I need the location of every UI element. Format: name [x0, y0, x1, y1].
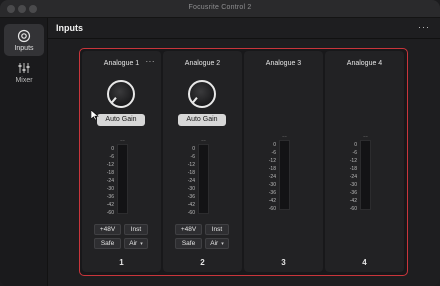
meter-tick: -36: [106, 194, 114, 200]
meter-tick: -18: [106, 170, 114, 176]
meter-tick: 0: [273, 142, 276, 148]
meter-tick: -30: [268, 182, 276, 188]
auto-gain-button[interactable]: Auto Gain: [178, 114, 226, 126]
title-bar: Focusrite Control 2: [0, 0, 440, 18]
more-options-button[interactable]: ···: [418, 22, 430, 32]
chevron-down-icon: ▾: [221, 241, 224, 247]
meter-tick: -60: [187, 210, 195, 216]
meter-tick: -6: [190, 154, 195, 160]
channel-number: 4: [362, 258, 367, 267]
inst-button[interactable]: Inst: [205, 224, 229, 235]
page-title: Inputs: [56, 23, 83, 33]
channel-number: 3: [281, 258, 286, 267]
meter-tick: -30: [349, 182, 357, 188]
channel-number: 2: [200, 258, 205, 267]
meter-tick: -60: [349, 206, 357, 212]
meter-tick: -42: [349, 198, 357, 204]
divider: [48, 38, 440, 39]
channel-name: Analogue 3: [265, 60, 302, 67]
meter-tick: -42: [106, 202, 114, 208]
meter-tick: -18: [187, 170, 195, 176]
meter-tick: -6: [271, 150, 276, 156]
air-dropdown[interactable]: Air ▾: [124, 238, 148, 249]
meter-tick: -12: [349, 158, 357, 164]
meter-tick: -24: [268, 174, 276, 180]
meter-tick: -60: [268, 206, 276, 212]
meter-tick: 0: [354, 142, 357, 148]
clip-indicator: ~~: [363, 134, 368, 139]
gain-knob[interactable]: [107, 80, 135, 108]
air-label: Air: [129, 240, 138, 247]
meter-tick: -24: [349, 174, 357, 180]
meter-tick: -42: [187, 202, 195, 208]
meter-tick: -30: [106, 186, 114, 192]
mixer-icon: [18, 63, 30, 73]
meter-tick: -60: [106, 210, 114, 216]
channel-strip-analogue-1[interactable]: Analogue 1 ··· Auto Gain ~~ 0 -6 -12 -18…: [82, 51, 161, 272]
mouse-pointer-icon: [91, 110, 99, 120]
meter-tick: -42: [268, 198, 276, 204]
air-dropdown[interactable]: Air ▾: [205, 238, 229, 249]
clip-indicator: ~~: [120, 138, 125, 143]
meter-bar: [279, 140, 290, 210]
channel-number: 1: [119, 258, 124, 267]
safe-button[interactable]: Safe: [94, 238, 121, 249]
chevron-down-icon: ▾: [140, 241, 143, 247]
sidebar-item-label: Mixer: [15, 77, 33, 84]
meter-tick: 0: [192, 146, 195, 152]
meter-tick: -12: [106, 162, 114, 168]
meter-bar: [360, 140, 371, 210]
level-meter: ~~ 0 -6 -12 -18 -24 -30 -36 -42 -60: [262, 135, 302, 259]
app-window: Focusrite Control 2 Inputs Mixer Inputs …: [0, 0, 440, 286]
meter-tick: -6: [352, 150, 357, 156]
level-meter: ~~ 0 -6 -12 -18 -24 -30 -36 -42 -60: [343, 135, 383, 259]
sidebar-item-label: Inputs: [14, 45, 34, 52]
clip-indicator: ~~: [282, 134, 287, 139]
channel-strip-analogue-4[interactable]: Analogue 4 ~~ 0 -6 -12 -18 -24 -30 -36 -…: [325, 51, 404, 272]
meter-tick: -12: [187, 162, 195, 168]
phantom-power-button[interactable]: +48V: [175, 224, 202, 235]
meter-tick: -36: [268, 190, 276, 196]
channel-strip-analogue-3[interactable]: Analogue 3 ~~ 0 -6 -12 -18 -24 -30 -36 -…: [244, 51, 323, 272]
channel-name: Analogue 2: [184, 60, 221, 67]
sidebar-item-inputs[interactable]: Inputs: [4, 24, 44, 56]
meter-bar: [198, 144, 209, 214]
auto-gain-button[interactable]: Auto Gain: [97, 114, 145, 126]
meter-tick: -18: [268, 166, 276, 172]
channel-name: Analogue 4: [346, 60, 383, 67]
window-title: Focusrite Control 2: [188, 4, 252, 11]
sidebar-item-mixer[interactable]: Mixer: [4, 56, 44, 88]
meter-tick: 0: [111, 146, 114, 152]
clip-indicator: ~~: [201, 138, 206, 143]
meter-tick: -30: [187, 186, 195, 192]
meter-tick: -18: [349, 166, 357, 172]
inst-button[interactable]: Inst: [124, 224, 148, 235]
safe-button[interactable]: Safe: [175, 238, 202, 249]
channel-more-button[interactable]: ···: [146, 57, 156, 66]
meter-tick: -12: [268, 158, 276, 164]
meter-tick: -36: [187, 194, 195, 200]
channel-strip-analogue-2[interactable]: Analogue 2 Auto Gain ~~ 0 -6 -12 -18 -24…: [163, 51, 242, 272]
meter-tick: -36: [349, 190, 357, 196]
air-label: Air: [210, 240, 219, 247]
meter-tick: -24: [106, 178, 114, 184]
meter-tick: -24: [187, 178, 195, 184]
sidebar: Inputs Mixer: [0, 18, 48, 286]
phantom-power-button[interactable]: +48V: [94, 224, 121, 235]
gain-knob[interactable]: [188, 80, 216, 108]
inputs-icon: [17, 29, 31, 43]
meter-bar: [117, 144, 128, 214]
meter-tick: -6: [109, 154, 114, 160]
